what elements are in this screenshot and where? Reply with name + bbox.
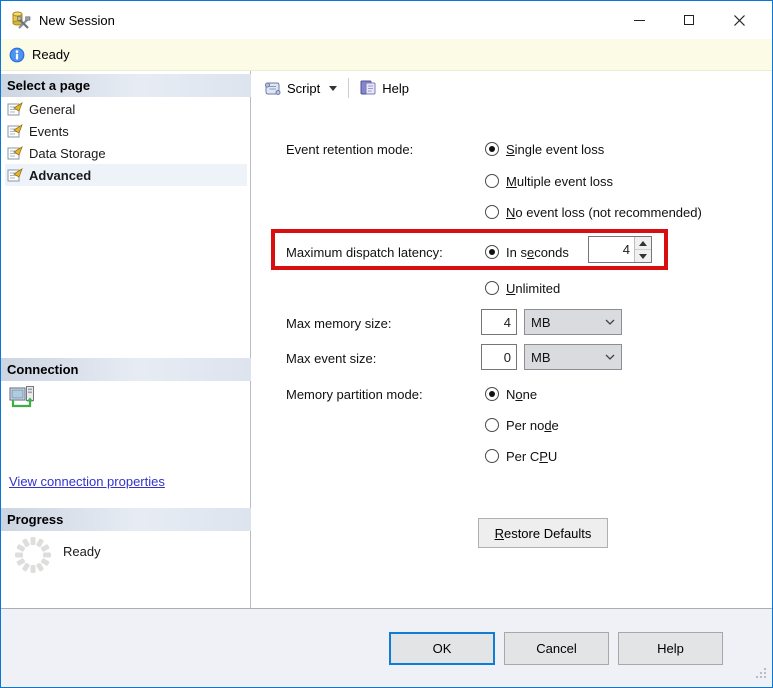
window-controls <box>614 1 764 39</box>
resize-grip[interactable] <box>754 666 767 682</box>
radio-label-none: None <box>506 386 538 402</box>
sidebar-item-advanced[interactable]: Advanced <box>5 164 247 186</box>
memory-partition-label: Memory partition mode: <box>286 386 423 402</box>
max-memory-label: Max memory size: <box>286 315 392 331</box>
radio-per-node[interactable] <box>485 418 499 432</box>
minimize-button[interactable] <box>614 1 664 39</box>
chevron-down-icon <box>605 319 615 325</box>
sidebar-item-general[interactable]: General <box>5 98 247 120</box>
new-session-dialog: New Session Ready Select a page General … <box>0 0 773 688</box>
toolbar: Script Help <box>260 75 413 101</box>
close-icon <box>733 14 745 26</box>
radio-label-multiple-event-loss: Multiple event loss <box>506 173 613 189</box>
help-icon <box>360 80 376 95</box>
max-memory-unit-value: MB <box>531 314 551 330</box>
page-icon <box>7 145 23 161</box>
max-event-unit-value: MB <box>531 349 551 365</box>
sidebar-item-label: Data Storage <box>29 145 106 161</box>
arrow-up-icon <box>639 240 647 246</box>
main-panel: Script Help Event retention mode: Single… <box>252 71 772 608</box>
sidebar-item-data-storage[interactable]: Data Storage <box>5 142 247 164</box>
spinner-buttons <box>634 237 651 262</box>
toolbar-separator <box>348 78 350 98</box>
sidebar-item-label: Advanced <box>29 167 92 183</box>
content-area: Select a page General Events Data Storag… <box>1 71 772 609</box>
chevron-down-icon <box>605 354 615 360</box>
dialog-footer: OK Cancel Help <box>1 609 772 687</box>
spin-down-button[interactable] <box>635 250 651 262</box>
sidebar-item-label: General <box>29 101 76 117</box>
radio-multiple-event-loss[interactable] <box>485 174 499 188</box>
dispatch-latency-label: Maximum dispatch latency: <box>286 244 443 260</box>
sidebar: Select a page General Events Data Storag… <box>1 71 251 608</box>
select-a-page-header: Select a page <box>1 74 251 97</box>
info-icon <box>9 47 25 62</box>
arrow-down-icon <box>639 253 647 259</box>
help-toolbar-label: Help <box>382 80 409 96</box>
page-icon <box>7 167 23 183</box>
minimize-icon <box>633 19 645 21</box>
max-memory-input[interactable]: 4 <box>481 309 517 335</box>
close-button[interactable] <box>714 1 764 39</box>
spin-up-button[interactable] <box>635 237 651 250</box>
script-label: Script <box>287 80 321 96</box>
radio-label-no-event-loss: No event loss (not recommended) <box>506 204 702 220</box>
restore-defaults-label: Restore Defaults <box>494 525 592 541</box>
max-event-label: Max event size: <box>286 350 377 366</box>
maximize-button[interactable] <box>664 1 714 39</box>
radio-label-per-node: Per node <box>506 417 559 433</box>
chevron-down-icon <box>329 85 338 91</box>
radio-per-cpu[interactable] <box>485 449 499 463</box>
status-bar: Ready <box>1 39 772 71</box>
max-event-input[interactable]: 0 <box>481 344 517 370</box>
script-button[interactable]: Script <box>260 79 341 98</box>
server-connection-icon <box>9 386 37 412</box>
radio-in-seconds[interactable] <box>485 245 499 259</box>
dispatch-seconds-input[interactable]: 4 <box>589 237 634 262</box>
view-connection-properties-link[interactable]: View connection properties <box>9 474 165 489</box>
radio-label-in-seconds: In seconds <box>506 244 569 260</box>
progress-spinner-icon <box>13 535 53 578</box>
title-bar: New Session <box>1 1 772 39</box>
help-button[interactable]: Help <box>618 632 723 665</box>
sidebar-item-events[interactable]: Events <box>5 120 247 142</box>
radio-partition-none[interactable] <box>485 387 499 401</box>
radio-label-single-event-loss: Single event loss <box>506 141 605 157</box>
event-retention-label: Event retention mode: <box>286 141 414 157</box>
progress-status-text: Ready <box>63 544 101 559</box>
sidebar-item-label: Events <box>29 123 69 139</box>
radio-no-event-loss[interactable] <box>485 205 499 219</box>
dispatch-seconds-spinner: 4 <box>588 236 652 263</box>
script-icon <box>265 82 281 95</box>
window-title: New Session <box>39 12 115 28</box>
status-text: Ready <box>32 47 70 62</box>
radio-label-unlimited: Unlimited <box>506 280 561 296</box>
max-event-unit-select[interactable]: MB <box>524 344 622 370</box>
radio-unlimited[interactable] <box>485 281 499 295</box>
radio-label-per-cpu: Per CPU <box>506 448 558 464</box>
maximize-icon <box>684 15 694 25</box>
connection-header: Connection <box>1 358 251 381</box>
max-memory-unit-select[interactable]: MB <box>524 309 622 335</box>
ok-button[interactable]: OK <box>389 632 495 665</box>
radio-single-event-loss[interactable] <box>485 142 499 156</box>
help-toolbar-button[interactable]: Help <box>356 78 413 98</box>
session-database-icon <box>11 10 31 30</box>
restore-defaults-button[interactable]: Restore Defaults <box>478 518 608 548</box>
page-icon <box>7 123 23 139</box>
progress-header: Progress <box>1 508 251 531</box>
page-icon <box>7 101 23 117</box>
cancel-button[interactable]: Cancel <box>504 632 609 665</box>
